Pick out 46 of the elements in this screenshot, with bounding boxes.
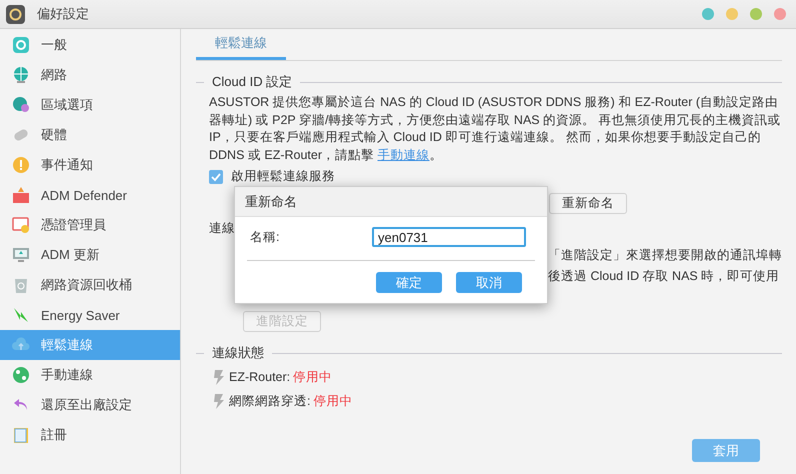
status-value: 停用中	[293, 368, 332, 386]
sidebar-item[interactable]: 網路資源回收桶	[0, 270, 180, 300]
sidebar-item[interactable]: 還原至出廠設定	[0, 390, 180, 420]
sidebar-item[interactable]: Energy Saver	[0, 300, 180, 330]
sidebar-item-icon	[12, 96, 30, 114]
dialog-title: 重新命名	[235, 187, 547, 217]
sidebar-item-icon	[12, 246, 30, 264]
connection-label: 連線	[209, 220, 235, 237]
name-input[interactable]: yen0731	[372, 227, 526, 247]
sidebar-item-icon	[12, 366, 30, 384]
section-title: Cloud ID 設定	[212, 73, 292, 91]
sidebar-item-icon	[12, 426, 30, 444]
sidebar-item-icon	[12, 66, 30, 84]
sidebar-item[interactable]: ADM Defender	[0, 180, 180, 210]
status-label: 網際網路穿透:	[229, 392, 310, 410]
window-title: 偏好設定	[37, 5, 90, 23]
window-control-dot[interactable]	[702, 8, 714, 20]
app-icon	[6, 4, 25, 24]
sidebar-item[interactable]: 手動連線	[0, 360, 180, 390]
sidebar-item[interactable]: 註冊	[0, 420, 180, 450]
sidebar-item[interactable]: 區域選項	[0, 90, 180, 120]
window-control-dot[interactable]	[774, 8, 786, 20]
description-text: 「進階設定」來選擇想要開啟的通訊埠轉	[548, 247, 782, 264]
name-label: 名稱:	[250, 228, 280, 246]
description-text: ASUSTOR 提供您專屬於這台 NAS 的 Cloud ID (ASUSTOR DDNS 服務) 和 EZ-Router (自動設定路由器轉址) 或 P2P 穿牆/轉接等方式，方便您由遠端存取 NAS 的資源。 再也無須使用冗長的主機資訊或 IP，只要在客戶端應用程式輸入 Cloud ID 即可進行遠端連線。 然而，如果你想要手動設定自己的 DDNS 或 EZ-Router，請點擊 手動連線。	[209, 94, 782, 164]
sidebar-item[interactable]: 事件通知	[0, 150, 180, 180]
window-control-dot[interactable]	[726, 8, 738, 20]
sidebar-item-icon	[12, 156, 30, 174]
sidebar-item[interactable]: 憑證管理員	[0, 210, 180, 240]
sidebar-item-icon	[12, 306, 30, 324]
sidebar-item[interactable]: 網路	[0, 60, 180, 90]
status-value: 停用中	[313, 392, 352, 410]
sidebar-item[interactable]: 一般	[0, 30, 180, 60]
sidebar-item[interactable]: ADM 更新	[0, 240, 180, 270]
sidebar-item-icon	[12, 216, 30, 234]
sidebar-item-icon	[12, 36, 30, 54]
status-label: EZ-Router:	[229, 370, 290, 384]
checkbox[interactable]	[209, 170, 223, 184]
window-control-dot[interactable]	[750, 8, 762, 20]
sidebar-item-icon	[12, 186, 30, 204]
sidebar-item[interactable]: 硬體	[0, 120, 180, 150]
description-text: 後透過 Cloud ID 存取 NAS 時，即可使用	[548, 268, 780, 285]
sidebar-item-icon	[12, 276, 30, 294]
checkbox-label: 啟用輕鬆連線服務	[231, 168, 335, 185]
section-title: 連線狀態	[212, 344, 264, 362]
rename-button[interactable]: 重新命名	[549, 193, 627, 214]
